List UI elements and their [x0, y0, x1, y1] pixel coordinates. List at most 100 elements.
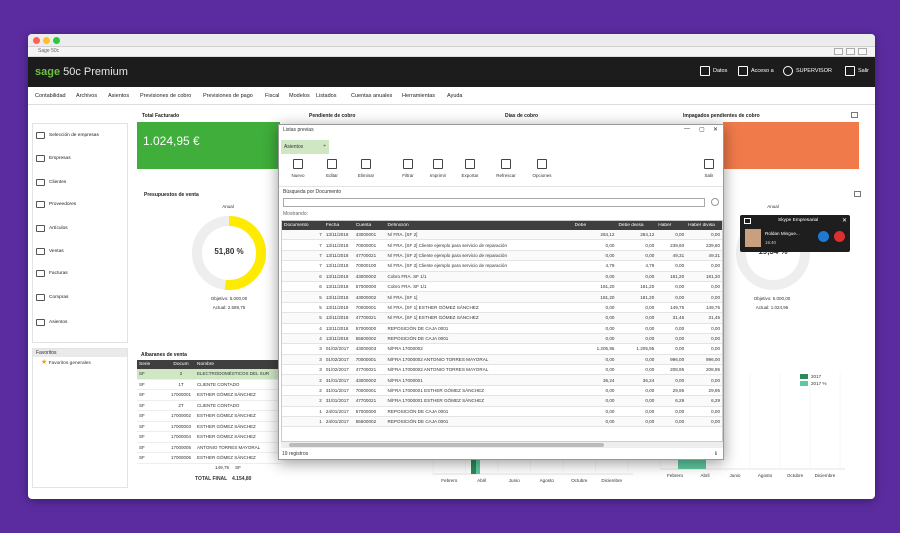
table-row[interactable]: 3 01/02/2017 70000001 N/FRA 17000002 ANTONI…: [282, 354, 722, 366]
sidebar-item[interactable]: Ventas: [36, 248, 64, 255]
column-header[interactable]: Haber: [656, 223, 686, 228]
sidebar-item[interactable]: Facturas: [36, 270, 68, 277]
toolbar-label: Opciones: [532, 173, 552, 178]
search-icon[interactable]: [711, 198, 719, 206]
sidebar-item[interactable]: Asientos: [36, 319, 67, 326]
table-cell: 29,95: [672, 388, 685, 394]
kpi-total-facturado[interactable]: 1.024,95 €: [137, 122, 280, 169]
salir-button[interactable]: Salir: [845, 66, 869, 76]
win-minimize-button[interactable]: [834, 48, 843, 55]
table-row[interactable]: SF 2 ELECTRODOMÉSTICOS DEL SUR: [137, 369, 281, 380]
table-row[interactable]: SF 17000001 ESTHER GÓMEZ SÁNCHEZ: [137, 390, 281, 401]
menu-item[interactable]: Herramientas: [402, 93, 435, 99]
table-row[interactable]: 3 01/02/2017 43000003 N/FRA 17000002 1.205,9…: [282, 344, 722, 355]
info-icon[interactable]: ℹ: [715, 451, 717, 457]
acceso-button[interactable]: Acceso a: [738, 66, 774, 76]
dialog-minimize-button[interactable]: —: [684, 126, 690, 132]
menu-item[interactable]: Cuentas anuales: [351, 93, 392, 99]
list-selector[interactable]: Asientos ÷: [281, 140, 329, 154]
dialog-maximize-button[interactable]: ▢: [699, 126, 705, 133]
minimize-dot[interactable]: [43, 37, 50, 44]
table-row[interactable]: 2 31/01/2017 70000001 N/FRA 17000001 ESTHER…: [282, 386, 722, 397]
column-header[interactable]: Debe divisa: [616, 223, 656, 228]
table-row[interactable]: 7 13/11/2018 70000100 N/ FRA. [SF 2] Client…: [282, 261, 722, 272]
sidebar-item[interactable]: Compras: [36, 294, 68, 301]
table-row[interactable]: 7 13/11/2018 47700021 N/ FRA. [SF 2] Client…: [282, 250, 722, 262]
table-row[interactable]: 2 31/01/2017 43000002 N/FRA 17000001 36,24 36…: [282, 375, 722, 386]
column-header[interactable]: Debe: [573, 223, 617, 228]
kpi-impagados[interactable]: [723, 122, 859, 169]
table-row[interactable]: 7 13/11/2018 70000001 N/ FRA. [SF 2] Client…: [282, 240, 722, 251]
table-row[interactable]: 4 13/11/2018 55500002 REPOSICIÓN DE CAJA 00…: [282, 333, 722, 345]
table-row[interactable]: SF 17000003 ESTHER GÓMEZ SÁNCHEZ: [137, 422, 281, 432]
sidebar-item[interactable]: Clientes: [36, 179, 66, 186]
win-close-button[interactable]: [858, 48, 867, 55]
sales-icon: [36, 248, 45, 255]
menu-item[interactable]: Listados: [316, 93, 337, 99]
table-row[interactable]: SF 17000004 ESTHER GÓMEZ SÁNCHEZ: [137, 432, 281, 443]
table-row[interactable]: 1 24/01/2017 57000000 REPOSICIÓN DE CAJA 00…: [282, 407, 722, 418]
refresh-icon[interactable]: [851, 112, 858, 118]
search-input[interactable]: [283, 198, 705, 207]
decline-call-button[interactable]: [834, 231, 845, 242]
dialog-close-button[interactable]: ✕: [713, 126, 718, 133]
table-row[interactable]: SF 2T CLIENTE CONTADO: [137, 401, 281, 411]
column-header[interactable]: Haber divisa: [686, 223, 722, 228]
menu-item[interactable]: Ayuda: [447, 93, 463, 99]
menu-item[interactable]: Asientos: [108, 93, 129, 99]
toolbar-eliminar-button[interactable]: Eliminar: [353, 159, 379, 178]
table-row[interactable]: 6 13/11/2018 43000002 Cobro FRA. SF 1/1 0,00…: [282, 271, 722, 282]
sidebar-item[interactable]: Selección de empresas: [36, 132, 99, 139]
toolbar-filtrar-button[interactable]: Filtrar: [395, 159, 421, 178]
skype-popup[interactable]: Skype Empresarial ✕ Roldan Mingue... 15:…: [740, 215, 850, 252]
datos-button[interactable]: Datos: [700, 66, 727, 76]
toolbar-imprimir-button[interactable]: Imprimir: [425, 159, 451, 178]
table-cell: 31/01/2017: [325, 377, 349, 383]
table-row[interactable]: SF 17000006 ESTHER GÓMEZ SÁNCHEZ: [137, 453, 281, 464]
column-header[interactable]: Cuenta: [354, 223, 386, 228]
menu-item[interactable]: Modelos: [289, 93, 310, 99]
table-cell: 01/02/2017: [325, 367, 349, 373]
sidebar-item[interactable]: Artículos: [36, 225, 68, 232]
menu-item[interactable]: Archivos: [76, 93, 97, 99]
table-row[interactable]: 7 13/11/2018 43000001 N/ FRA. [SF 2] 284,12 2…: [282, 230, 722, 241]
toolbar-nuevo-button[interactable]: Nuevo: [285, 159, 311, 178]
favorites-item[interactable]: ★ Favoritos generales: [33, 357, 127, 367]
scrollbar-thumb[interactable]: [289, 443, 604, 447]
sidebar-item[interactable]: Empresas: [36, 155, 71, 162]
supervisor-button[interactable]: SUPERVISOR: [783, 66, 832, 76]
maximize-dot[interactable]: [53, 37, 60, 44]
horizontal-scrollbar[interactable]: [281, 442, 723, 448]
table-row[interactable]: 6 13/11/2018 57000000 Cobro FRA. SF 1/1 181,…: [282, 282, 722, 293]
table-row[interactable]: 5 13/11/2018 47700021 N/ FRA. [SF 1] ESTHER…: [282, 313, 722, 324]
menu-item[interactable]: Contabilidad: [35, 93, 66, 99]
table-cell: 0,00: [675, 294, 685, 300]
table-row[interactable]: SF 1T CLIENTE CONTADO: [137, 380, 281, 390]
table-row[interactable]: 2 31/01/2017 47700021 N/FRA 17000001 ESTHER…: [282, 396, 722, 407]
toolbar-exportar-button[interactable]: Exportar: [457, 159, 483, 178]
sidebar-item[interactable]: Proveedores: [36, 201, 76, 208]
table-row[interactable]: SF 17000005 ANTONIO TORRES MAYORAL: [137, 443, 281, 453]
accept-call-button[interactable]: [818, 231, 829, 242]
column-header[interactable]: Fecha: [324, 223, 354, 228]
menu-item[interactable]: Previsiones de cobro: [140, 93, 191, 99]
table-row[interactable]: 1 24/01/2017 55500002 REPOSICIÓN DE CAJA 00…: [282, 417, 722, 428]
table-row[interactable]: 4 13/11/2018 57000000 REPOSICIÓN DE CAJA 00…: [282, 324, 722, 334]
toolbar-editar-button[interactable]: Editar: [319, 159, 345, 178]
table-cell: Cobro FRA. SF 1/1: [387, 273, 427, 279]
toolbar-salir-button[interactable]: Salir: [696, 159, 722, 178]
toolbar-opciones-button[interactable]: Opciones: [529, 159, 555, 178]
menu-item[interactable]: Fiscal: [265, 93, 279, 99]
column-header[interactable]: Definición: [386, 223, 573, 228]
close-icon[interactable]: ✕: [842, 217, 847, 224]
table-row[interactable]: 3 01/02/2017 47700021 N/FRA 17000002 ANTONI…: [282, 365, 722, 376]
menu-item[interactable]: Previsiones de pago: [203, 93, 253, 99]
toolbar-refrescar-button[interactable]: Refrescar: [493, 159, 519, 178]
table-row[interactable]: 5 13/11/2018 70000001 N/ FRA. [SF 1] ESTHER…: [282, 303, 722, 314]
close-dot[interactable]: [33, 37, 40, 44]
table-row[interactable]: SF 17000002 ESTHER GÓMEZ SÁNCHEZ: [137, 411, 281, 422]
presupuestos-refresh-icon[interactable]: [854, 191, 861, 197]
win-restore-button[interactable]: [846, 48, 855, 55]
table-row[interactable]: 5 13/11/2018 43000002 N/ FRA. [SF 1] 181,20 1…: [282, 292, 722, 303]
column-header[interactable]: Documento: [282, 223, 324, 228]
